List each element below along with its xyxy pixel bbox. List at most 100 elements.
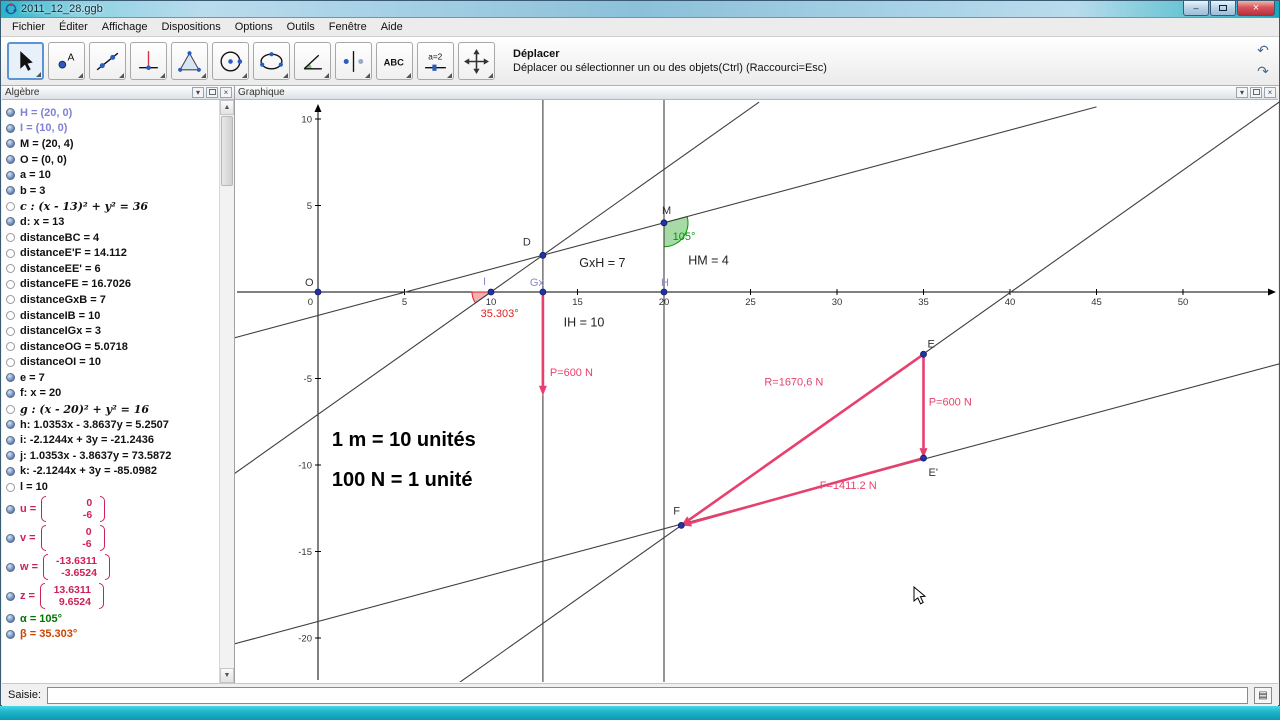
graph-point-E'[interactable]	[920, 454, 927, 462]
graph-point-M[interactable]	[660, 219, 668, 227]
titlebar[interactable]: 2011_12_28.ggb – ×	[1, 1, 1279, 18]
algebra-close-button[interactable]: ×	[220, 87, 232, 98]
visibility-marble-icon[interactable]	[6, 326, 15, 336]
visibility-marble-icon[interactable]	[6, 591, 15, 601]
vector-label[interactable]: P=600 N	[550, 367, 593, 379]
visibility-marble-icon[interactable]	[6, 373, 15, 383]
visibility-marble-icon[interactable]	[6, 388, 15, 398]
menu-item[interactable]: Fenêtre	[322, 19, 374, 35]
measure-text[interactable]: IH = 10	[564, 316, 605, 330]
algebra-options-button[interactable]: ▾	[192, 87, 204, 98]
graphics-detach-button[interactable]	[1250, 87, 1262, 98]
algebra-item[interactable]: g : (x - 20)² + y² = 16	[2, 401, 219, 417]
measure-text[interactable]: GxH = 7	[579, 256, 625, 270]
scroll-down-button[interactable]: ▼	[220, 668, 234, 683]
visibility-marble-icon[interactable]	[6, 217, 15, 227]
tool-move-button[interactable]	[7, 42, 44, 80]
algebra-item[interactable]: distanceBC = 4	[2, 230, 219, 246]
algebra-item[interactable]: e = 7	[2, 370, 219, 386]
algebra-item[interactable]: α = 105°	[2, 611, 219, 627]
vector-label[interactable]: P=600 N	[929, 396, 972, 408]
visibility-marble-icon[interactable]	[6, 357, 15, 367]
algebra-item[interactable]: O = (0, 0)	[2, 152, 219, 168]
visibility-marble-icon[interactable]	[6, 123, 15, 133]
tool-circle-button[interactable]	[212, 42, 249, 80]
algebra-item[interactable]: z = 13.6311 9.6524	[2, 582, 219, 611]
tool-reflection-button[interactable]	[335, 42, 372, 80]
visibility-marble-icon[interactable]	[6, 233, 15, 243]
visibility-marble-icon[interactable]	[6, 451, 15, 461]
visibility-marble-icon[interactable]	[6, 139, 15, 149]
graphics-close-button[interactable]: ×	[1264, 87, 1276, 98]
visibility-marble-icon[interactable]	[6, 482, 15, 492]
close-button[interactable]: ×	[1237, 1, 1275, 16]
algebra-item[interactable]: distanceGxB = 7	[2, 292, 219, 308]
tool-text-button[interactable]: ABC	[376, 42, 413, 80]
visibility-marble-icon[interactable]	[6, 279, 15, 289]
graphics-options-button[interactable]: ▾	[1236, 87, 1248, 98]
graph-point-D[interactable]	[539, 251, 547, 259]
graph-point-E[interactable]	[920, 350, 927, 358]
algebra-item[interactable]: d: x = 13	[2, 214, 219, 230]
algebra-item[interactable]: l = 10	[2, 479, 219, 495]
visibility-marble-icon[interactable]	[6, 404, 15, 414]
maximize-button[interactable]	[1210, 1, 1236, 16]
algebra-item[interactable]: distanceEE' = 6	[2, 261, 219, 277]
redo-button[interactable]: ↷	[1253, 61, 1273, 81]
visibility-marble-icon[interactable]	[6, 629, 15, 639]
tool-angle-button[interactable]	[294, 42, 331, 80]
visibility-marble-icon[interactable]	[6, 108, 15, 118]
algebra-detach-button[interactable]	[206, 87, 218, 98]
graph-point-H[interactable]	[660, 288, 668, 296]
angle-label[interactable]: 35.303°	[481, 308, 519, 320]
graph-svg[interactable]: 0 5 10 15 20 25 30 35 40 45 50105-5-10-15-20105°35…	[235, 100, 1280, 682]
menu-item[interactable]: Éditer	[52, 19, 95, 35]
visibility-marble-icon[interactable]	[6, 311, 15, 321]
menu-item[interactable]: Aide	[374, 19, 410, 35]
algebra-item[interactable]: H = (20, 0)	[2, 105, 219, 121]
algebra-item[interactable]: k: -2.1244x + 3y = -85.0982	[2, 464, 219, 480]
algebra-item[interactable]: distanceOI = 10	[2, 355, 219, 371]
algebra-item[interactable]: w = -13.6311 -3.6524	[2, 553, 219, 582]
algebra-item[interactable]: I = (10, 0)	[2, 121, 219, 137]
vector-label[interactable]: R=1670,6 N	[764, 376, 823, 388]
menu-item[interactable]: Fichier	[5, 19, 52, 35]
tool-polygon-button[interactable]	[171, 42, 208, 80]
algebra-item[interactable]: v = 0 -6	[2, 524, 219, 553]
algebra-item[interactable]: f: x = 20	[2, 386, 219, 402]
visibility-marble-icon[interactable]	[6, 614, 15, 624]
command-input[interactable]	[47, 686, 1248, 704]
minimize-button[interactable]: –	[1183, 1, 1209, 16]
algebra-item[interactable]: b = 3	[2, 183, 219, 199]
menu-item[interactable]: Outils	[280, 19, 322, 35]
visibility-marble-icon[interactable]	[6, 295, 15, 305]
tool-conic-button[interactable]	[253, 42, 290, 80]
visibility-marble-icon[interactable]	[6, 420, 15, 430]
visibility-marble-icon[interactable]	[6, 186, 15, 196]
visibility-marble-icon[interactable]	[6, 562, 15, 572]
input-help-button[interactable]: ▤	[1254, 686, 1272, 704]
menu-item[interactable]: Affichage	[95, 19, 155, 35]
visibility-marble-icon[interactable]	[6, 504, 15, 514]
algebra-item[interactable]: distanceOG = 5.0718	[2, 339, 219, 355]
tool-move-graphics-view-button[interactable]	[458, 42, 495, 80]
visibility-marble-icon[interactable]	[6, 533, 15, 543]
algebra-item[interactable]: a = 10	[2, 167, 219, 183]
visibility-marble-icon[interactable]	[6, 201, 15, 211]
algebra-item[interactable]: distanceIB = 10	[2, 308, 219, 324]
algebra-item[interactable]: j: 1.0353x - 3.8637y = 73.5872	[2, 448, 219, 464]
graph-line-k[interactable]	[446, 100, 1280, 682]
algebra-item[interactable]: M = (20, 4)	[2, 136, 219, 152]
legend-text[interactable]: 1 m = 10 unités	[332, 429, 476, 451]
tool-line-button[interactable]	[89, 42, 126, 80]
menu-item[interactable]: Dispositions	[154, 19, 227, 35]
algebra-item[interactable]: distanceFE = 16.7026	[2, 277, 219, 293]
graphics-panel[interactable]: Graphique ▾ × 0 5 10 15 20 25 30 35 40 45 50 10 5 -5-…	[235, 86, 1280, 683]
tool-slider-button[interactable]: a=2	[417, 42, 454, 80]
visibility-marble-icon[interactable]	[6, 264, 15, 274]
algebra-item[interactable]: h: 1.0353x - 3.8637y = 5.2507	[2, 417, 219, 433]
visibility-marble-icon[interactable]	[6, 170, 15, 180]
visibility-marble-icon[interactable]	[6, 342, 15, 352]
algebra-scrollbar[interactable]: ▲ ▼	[219, 100, 234, 683]
graph-point-I[interactable]	[487, 288, 495, 296]
